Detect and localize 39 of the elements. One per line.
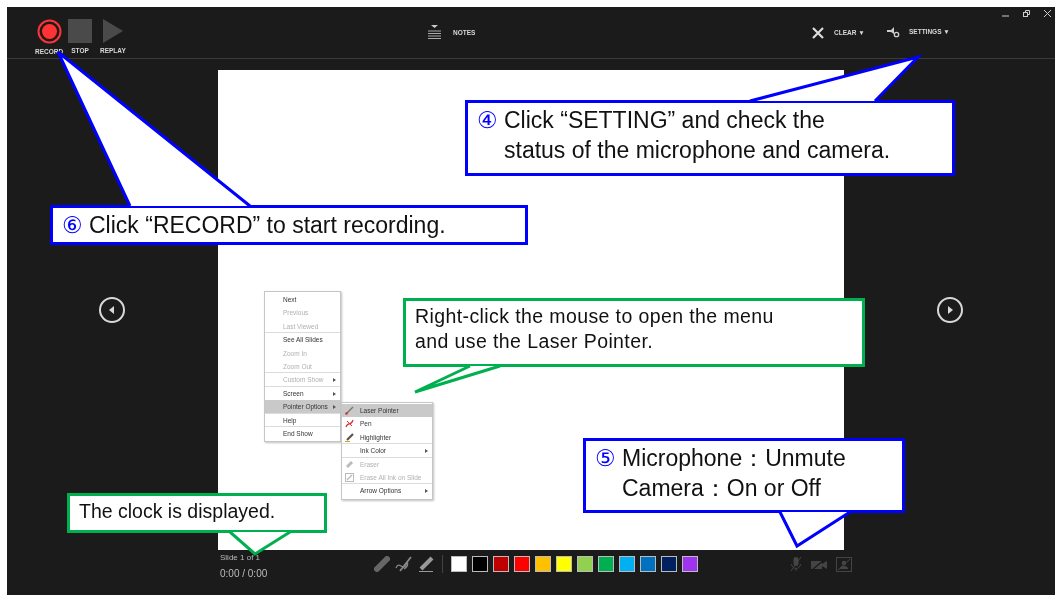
erase-all-icon [345, 472, 354, 482]
callout: ⑥ Click “RECORD” to start recording. [50, 205, 528, 245]
submenu-arrow-icon [333, 405, 336, 410]
next-slide-button[interactable] [936, 297, 963, 323]
microphone-icon[interactable] [790, 556, 802, 572]
record-icon[interactable] [36, 19, 62, 44]
eraser-icon [345, 459, 354, 469]
color-swatch[interactable] [451, 556, 467, 572]
color-swatch[interactable] [535, 556, 551, 572]
highlighter-icon[interactable] [418, 556, 434, 572]
color-swatch[interactable] [619, 556, 635, 572]
play-icon[interactable] [102, 19, 123, 43]
slide-counter: Slide 1 of 1 [220, 554, 262, 562]
submenu-arrow-icon [425, 489, 428, 494]
pen-icon [345, 419, 354, 429]
color-swatch[interactable] [493, 556, 509, 572]
submenu-arrow-icon [333, 378, 336, 383]
submenu-arrow-icon [425, 449, 428, 454]
close-icon[interactable] [812, 27, 824, 39]
restore-icon[interactable] [1023, 10, 1030, 17]
color-swatch[interactable] [682, 556, 698, 572]
color-swatch[interactable] [577, 556, 593, 572]
color-swatch[interactable] [640, 556, 656, 572]
previous-slide-button[interactable] [99, 297, 126, 323]
color-swatch[interactable] [661, 556, 677, 572]
color-swatch[interactable] [472, 556, 488, 572]
color-swatch[interactable] [556, 556, 572, 572]
notes-icon[interactable] [427, 25, 442, 41]
color-swatch[interactable] [598, 556, 614, 572]
pen-icon[interactable] [395, 556, 413, 572]
timer: 0:00 / 0:00 [220, 569, 269, 579]
close-icon[interactable] [1044, 10, 1051, 17]
settings-icon[interactable] [887, 26, 900, 38]
submenu-arrow-icon [333, 391, 336, 396]
color-swatch[interactable] [514, 556, 530, 572]
eraser-icon[interactable] [374, 556, 390, 572]
laser-pointer-icon [345, 406, 354, 415]
highlighter-icon [345, 432, 354, 442]
camera-preview-icon[interactable] [836, 556, 852, 572]
